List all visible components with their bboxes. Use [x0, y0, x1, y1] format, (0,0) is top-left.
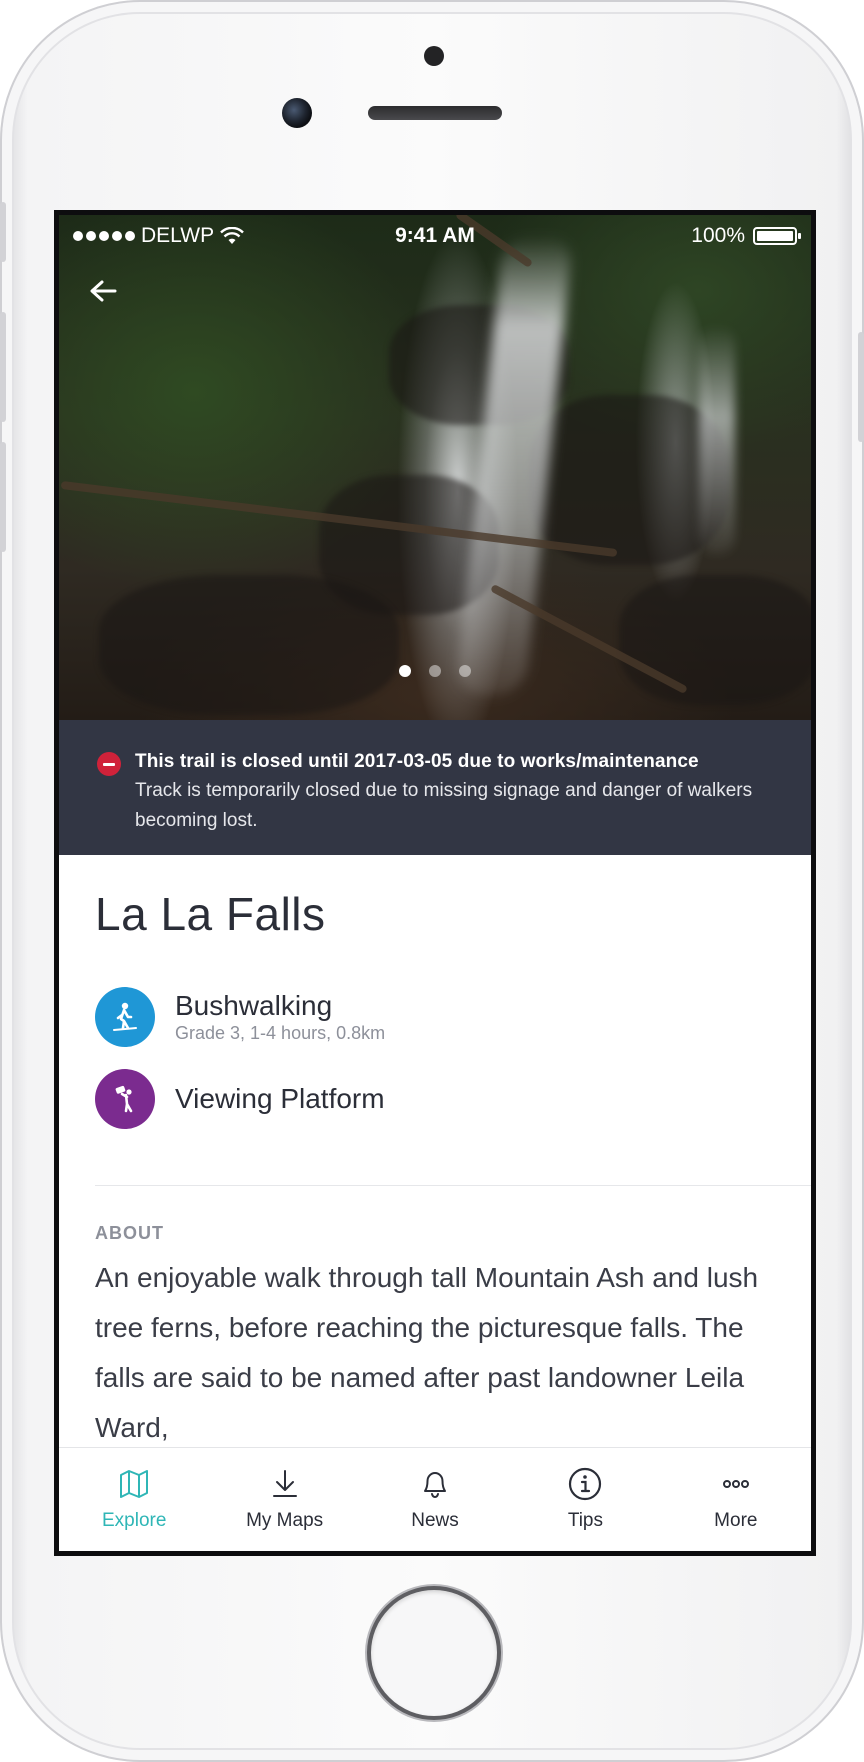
phone-frame: DELWP 9:41 AM 100% This trail is closed … [0, 0, 864, 1762]
activity-name: Bushwalking [175, 990, 333, 1021]
front-camera [282, 98, 312, 128]
earpiece-speaker [368, 106, 502, 120]
back-button[interactable] [83, 271, 123, 311]
arrow-left-icon [90, 280, 117, 302]
download-icon [267, 1466, 303, 1502]
hiker-icon [95, 987, 155, 1047]
tab-explore[interactable]: Explore [59, 1448, 209, 1551]
tab-label: My Maps [246, 1510, 324, 1531]
battery-icon [753, 227, 801, 245]
hero-photo[interactable]: DELWP 9:41 AM 100% [59, 215, 811, 720]
photo-pager [59, 665, 811, 677]
proximity-sensor [424, 46, 444, 66]
info-icon [567, 1466, 603, 1502]
activity-bushwalking[interactable]: Bushwalking Grade 3, 1-4 hours, 0.8km [95, 987, 385, 1047]
battery-percentage: 100% [691, 224, 745, 247]
tab-label: News [411, 1510, 459, 1531]
tab-bar: Explore My Maps News Tips More [59, 1447, 811, 1551]
volume-down-button [0, 442, 6, 552]
about-description: An enjoyable walk through tall Mountain … [95, 1262, 759, 1443]
photo-rock [619, 575, 811, 705]
activity-meta: Grade 3, 1-4 hours, 0.8km [175, 1023, 386, 1043]
screen: DELWP 9:41 AM 100% This trail is closed … [54, 210, 816, 1556]
tab-tips[interactable]: Tips [510, 1448, 660, 1551]
bell-icon [417, 1466, 453, 1502]
alert-title: This trail is closed until 2017-03-05 du… [135, 751, 699, 772]
tab-label: Explore [101, 1510, 167, 1531]
no-entry-icon [97, 752, 121, 776]
tab-label: Tips [567, 1510, 604, 1531]
volume-up-button [0, 312, 6, 422]
home-button[interactable] [367, 1586, 501, 1720]
signal-strength-icon [73, 231, 135, 241]
map-icon [116, 1466, 152, 1502]
pager-dot[interactable] [399, 665, 411, 677]
tab-news[interactable]: News [360, 1448, 510, 1551]
tab-my-maps[interactable]: My Maps [209, 1448, 359, 1551]
photo-waterfall [699, 325, 735, 555]
pager-dot[interactable] [429, 665, 441, 677]
activity-name: Viewing Platform [175, 1083, 385, 1114]
page-title: La La Falls [95, 888, 326, 940]
status-bar: DELWP 9:41 AM 100% [59, 215, 811, 257]
divider [95, 1185, 811, 1186]
tab-more[interactable]: More [661, 1448, 811, 1551]
binoculars-person-icon [95, 1069, 155, 1129]
about-heading: ABOUT [95, 1223, 164, 1243]
alert-body: Track is temporarily closed due to missi… [135, 780, 753, 831]
tab-label: More [714, 1510, 758, 1531]
wifi-icon [220, 227, 244, 244]
detail-content[interactable]: La La Falls Bushwalking Grade 3, 1-4 hou… [59, 855, 811, 1447]
closure-alert: This trail is closed until 2017-03-05 du… [59, 720, 811, 855]
activity-viewing-platform[interactable]: Viewing Platform [95, 1069, 385, 1129]
power-button [858, 332, 864, 442]
photo-rock [99, 575, 399, 715]
pager-dot[interactable] [459, 665, 471, 677]
more-icon [718, 1466, 754, 1502]
carrier-name: DELWP [141, 224, 215, 247]
mute-switch [0, 202, 6, 262]
